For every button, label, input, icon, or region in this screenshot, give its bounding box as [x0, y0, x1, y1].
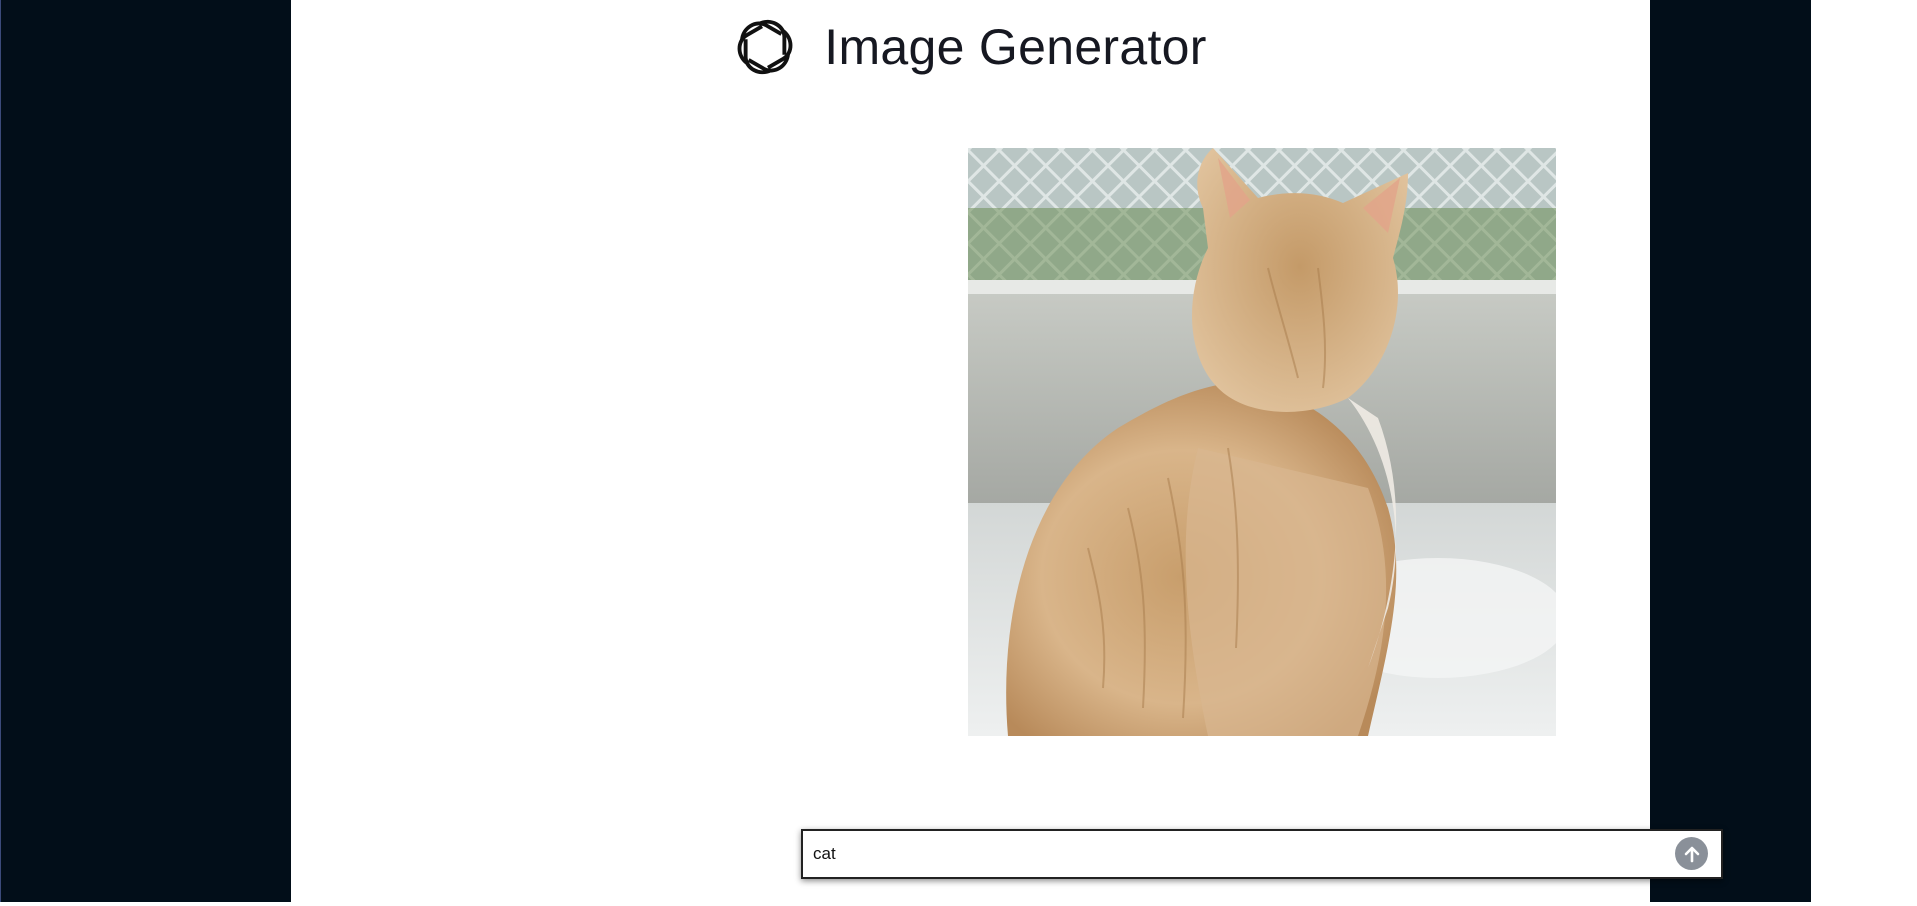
arrow-up-icon [1684, 846, 1699, 862]
prompt-bar [801, 829, 1723, 879]
app-window: Image Generator [0, 0, 1917, 906]
header: Image Generator [291, 12, 1652, 82]
openai-logo-icon [734, 16, 797, 78]
page-title: Image Generator [824, 19, 1207, 75]
main-panel: Image Generator [291, 0, 1723, 902]
send-button[interactable] [1675, 837, 1708, 870]
left-sidebar [0, 0, 291, 902]
prompt-input[interactable] [813, 831, 1653, 877]
right-sidebar [1650, 0, 1811, 902]
generated-image [968, 148, 1556, 736]
